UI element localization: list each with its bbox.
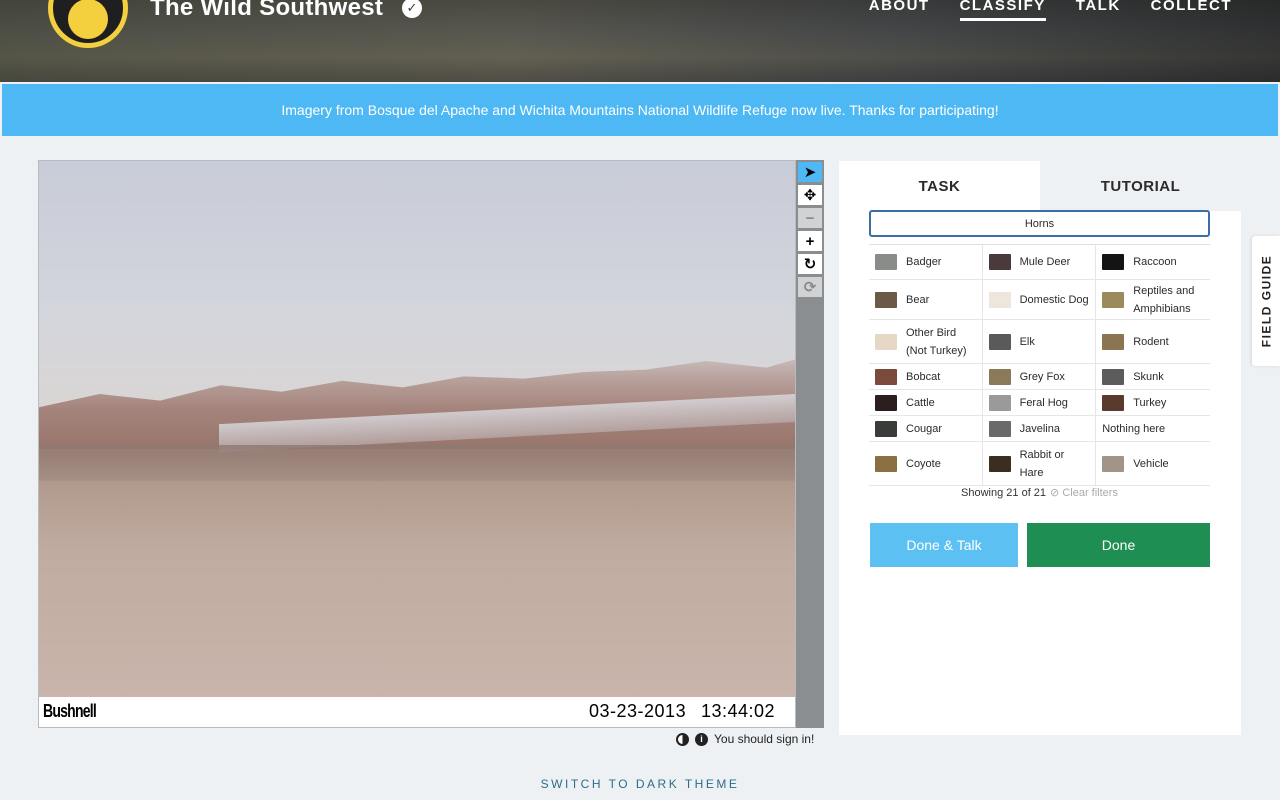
- turkey-thumb: [1102, 394, 1125, 411]
- choice-reptiles-amphibians[interactable]: Reptiles and Amphibians: [1096, 280, 1210, 319]
- choice-coyote[interactable]: Coyote: [869, 442, 983, 485]
- nav-talk[interactable]: TALK: [1076, 0, 1121, 21]
- subject-viewer[interactable]: Bushnell 03-23-2013 13:44:02: [38, 160, 796, 728]
- rodent-thumb: [1102, 333, 1125, 350]
- elk-thumb: [988, 333, 1011, 350]
- aperture-icon: [68, 0, 108, 39]
- raccoon-thumb: [1102, 254, 1125, 270]
- dog-thumb: [988, 291, 1011, 308]
- choice-mule-deer[interactable]: Mule Deer: [983, 245, 1097, 279]
- choice-javelina[interactable]: Javelina: [983, 416, 1097, 441]
- nav-classify[interactable]: CLASSIFY: [959, 0, 1046, 21]
- camera-brand: Bushnell: [43, 701, 97, 721]
- pointer-icon[interactable]: ➤: [798, 162, 822, 182]
- choice-vehicle[interactable]: Vehicle: [1096, 442, 1210, 485]
- task-panel: TASK TUTORIAL Horns Badger Mule Deer Rac…: [839, 161, 1241, 735]
- done-button[interactable]: Done: [1027, 523, 1210, 567]
- bird-thumb: [875, 333, 897, 350]
- bobcat-thumb: [875, 368, 897, 385]
- project-logo[interactable]: [48, 0, 128, 48]
- done-and-talk-button[interactable]: Done & Talk: [870, 523, 1018, 567]
- feral-hog-thumb: [988, 394, 1011, 411]
- viewer-toolbar: ➤ ✥ − + ↻ ⟳: [796, 160, 824, 728]
- choice-bear[interactable]: Bear: [869, 280, 983, 319]
- horns-filter[interactable]: Horns: [869, 210, 1210, 237]
- cougar-thumb: [875, 420, 897, 437]
- choice-grey-fox[interactable]: Grey Fox: [983, 364, 1097, 389]
- verified-check-icon: ✓: [402, 0, 422, 18]
- choice-rabbit-hare[interactable]: Rabbit or Hare: [983, 442, 1097, 485]
- reptile-thumb: [1102, 291, 1125, 308]
- choice-count: Showing 21 of 21 ⊘ Clear filters: [961, 487, 1118, 499]
- reset-icon[interactable]: ⟳: [798, 277, 822, 297]
- bear-thumb: [875, 291, 897, 308]
- ground: [39, 445, 795, 481]
- field-guide-tab[interactable]: FIELD GUIDE: [1252, 236, 1280, 366]
- panel-tabs: TASK TUTORIAL: [839, 161, 1241, 211]
- camera-date: 03-23-2013: [589, 701, 687, 721]
- main-nav: ABOUT CLASSIFY TALK COLLECT: [869, 0, 1232, 21]
- camera-time: 13:44:02: [701, 701, 776, 721]
- choice-nothing-here[interactable]: Nothing here: [1096, 416, 1210, 441]
- choice-turkey[interactable]: Turkey: [1096, 390, 1210, 415]
- choice-cougar[interactable]: Cougar: [869, 416, 983, 441]
- rotate-icon[interactable]: ↻: [798, 254, 822, 274]
- skunk-thumb: [1102, 368, 1125, 385]
- javelina-thumb: [988, 420, 1011, 437]
- rabbit-thumb: [988, 455, 1011, 472]
- mule-deer-thumb: [988, 254, 1011, 270]
- site-header: The Wild Southwest ✓ ABOUT CLASSIFY TALK…: [0, 0, 1280, 82]
- cattle-thumb: [875, 394, 897, 411]
- grey-fox-thumb: [988, 368, 1011, 385]
- choice-raccoon[interactable]: Raccoon: [1096, 245, 1210, 279]
- vehicle-thumb: [1102, 455, 1125, 472]
- tab-task[interactable]: TASK: [839, 161, 1040, 211]
- announcement-banner: Imagery from Bosque del Apache and Wichi…: [2, 84, 1278, 136]
- coyote-thumb: [875, 455, 897, 472]
- choice-cattle[interactable]: Cattle: [869, 390, 983, 415]
- camera-info-strip: Bushnell 03-23-2013 13:44:02: [39, 697, 795, 727]
- choice-bobcat[interactable]: Bobcat: [869, 364, 983, 389]
- choice-elk[interactable]: Elk: [983, 320, 1097, 363]
- nav-collect[interactable]: COLLECT: [1151, 0, 1232, 21]
- choice-rodent[interactable]: Rodent: [1096, 320, 1210, 363]
- sign-in-message[interactable]: You should sign in!: [714, 732, 814, 746]
- move-icon[interactable]: ✥: [798, 185, 822, 205]
- badger-thumb: [875, 254, 897, 270]
- choice-other-bird[interactable]: Other Bird (Not Turkey): [869, 320, 983, 363]
- nav-about[interactable]: ABOUT: [869, 0, 930, 21]
- switch-theme-link[interactable]: SWITCH TO DARK THEME: [0, 777, 1280, 791]
- clear-filters-link[interactable]: ⊘ Clear filters: [1050, 487, 1118, 499]
- choice-grid: Badger Mule Deer Raccoon Bear Domestic D…: [869, 244, 1210, 486]
- choice-feral-hog[interactable]: Feral Hog: [983, 390, 1097, 415]
- info-icon[interactable]: i: [695, 732, 708, 746]
- clear-icon: ⊘: [1050, 487, 1063, 499]
- project-title[interactable]: The Wild Southwest: [150, 0, 383, 22]
- camera-trap-image: [39, 161, 795, 699]
- zoom-out-icon[interactable]: −: [798, 208, 822, 228]
- tab-tutorial[interactable]: TUTORIAL: [1040, 161, 1241, 211]
- choice-badger[interactable]: Badger: [869, 245, 983, 279]
- invert-icon[interactable]: [676, 732, 689, 746]
- choice-skunk[interactable]: Skunk: [1096, 364, 1210, 389]
- choice-domestic-dog[interactable]: Domestic Dog: [983, 280, 1097, 319]
- viewer-meta: i You should sign in!: [676, 732, 814, 746]
- zoom-in-icon[interactable]: +: [798, 231, 822, 251]
